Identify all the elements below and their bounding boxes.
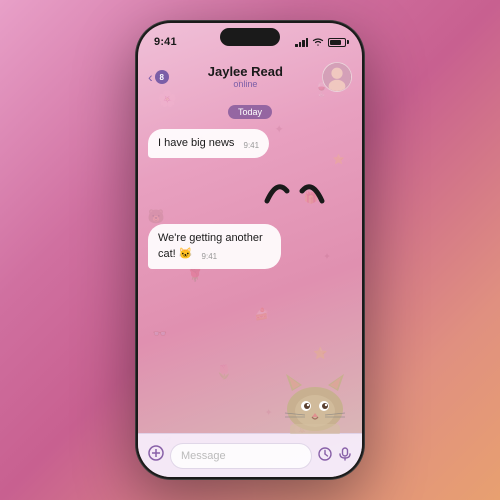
input-placeholder: Message bbox=[181, 450, 226, 462]
message-time-2: 9:41 bbox=[202, 251, 218, 262]
message-text-1: I have big news bbox=[158, 137, 234, 149]
contact-status: online bbox=[169, 79, 322, 90]
eyebrows-container bbox=[148, 166, 352, 216]
wifi-icon bbox=[312, 36, 324, 48]
phone-frame: 🌸 ✦ 🍷 ✦ 🐻 🎁 🌹 ✦ 👓 🌷 ⭐ ✦ 🦋 🌸 ✦ ⭐ bbox=[135, 20, 365, 480]
input-bar: Message bbox=[138, 433, 362, 477]
battery-fill bbox=[330, 40, 341, 45]
date-badge: Today bbox=[228, 105, 272, 119]
header-center: Jaylee Read online bbox=[169, 64, 322, 90]
avatar[interactable] bbox=[322, 62, 352, 92]
message-time-1: 9:41 bbox=[244, 140, 260, 151]
chat-header: ‹ 8 Jaylee Read online bbox=[138, 55, 362, 99]
input-icons bbox=[318, 447, 352, 464]
attach-icon[interactable] bbox=[148, 445, 164, 466]
signal-bar-4 bbox=[306, 38, 309, 47]
contact-name: Jaylee Read bbox=[169, 64, 322, 80]
signal-bar-3 bbox=[302, 40, 305, 47]
date-badge-container: Today bbox=[138, 105, 362, 119]
cat-sticker bbox=[280, 369, 350, 429]
signal-bar-1 bbox=[295, 44, 298, 47]
dynamic-island bbox=[220, 28, 280, 46]
mic-icon[interactable] bbox=[338, 447, 352, 464]
status-time: 9:41 bbox=[154, 36, 177, 48]
notification-badge: 8 bbox=[155, 70, 169, 84]
phone-screen: 🌸 ✦ 🍷 ✦ 🐻 🎁 🌹 ✦ 👓 🌷 ⭐ ✦ 🦋 🌸 ✦ ⭐ bbox=[138, 23, 362, 477]
signal-bar-2 bbox=[299, 42, 302, 47]
status-icons bbox=[295, 36, 346, 48]
phone-wrapper: 🌸 ✦ 🍷 ✦ 🐻 🎁 🌹 ✦ 👓 🌷 ⭐ ✦ 🦋 🌸 ✦ ⭐ bbox=[135, 20, 365, 480]
signal-bars bbox=[295, 38, 308, 47]
message-bubble-2: We're getting another cat! 🐱 9:41 bbox=[148, 224, 281, 269]
back-button[interactable]: ‹ 8 bbox=[148, 69, 169, 85]
battery-icon bbox=[328, 38, 346, 47]
message-input[interactable]: Message bbox=[170, 443, 312, 469]
cat-face-svg bbox=[280, 369, 350, 434]
eyebrows-sticker bbox=[262, 171, 332, 211]
back-chevron-icon: ‹ bbox=[148, 69, 153, 85]
clock-icon[interactable] bbox=[318, 447, 332, 464]
message-bubble-1: I have big news 9:41 bbox=[148, 129, 269, 158]
